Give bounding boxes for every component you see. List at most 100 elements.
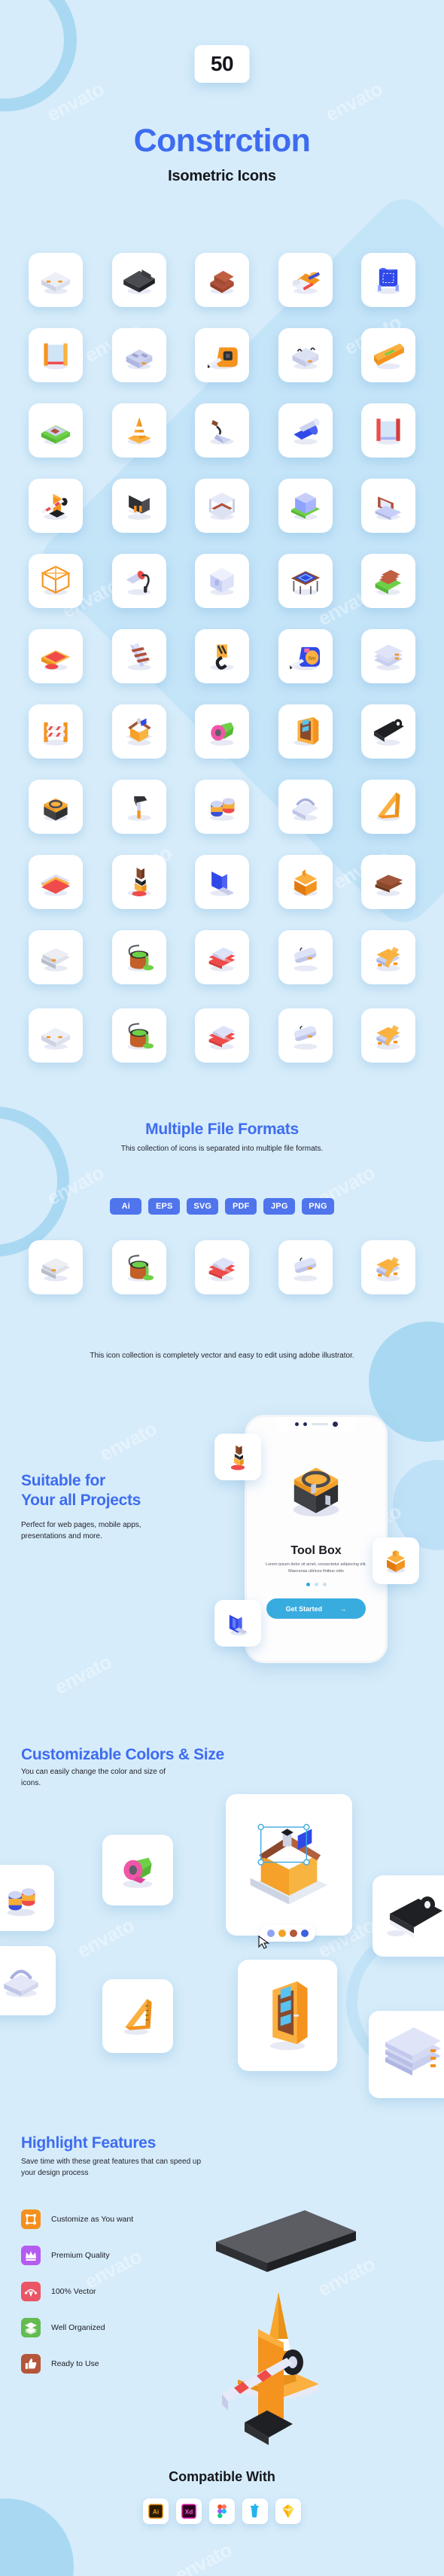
paint-cans-icon	[7, 1888, 35, 1917]
pagination-dot[interactable]	[306, 1583, 310, 1586]
compatible-app-xd[interactable]: Xd	[176, 2498, 202, 2524]
icon-card-blueprint-table[interactable]	[278, 554, 333, 608]
icon-card-stone-slabs[interactable]	[29, 1240, 83, 1294]
icon-card-pipe-roll[interactable]	[278, 403, 333, 458]
icon-card-insulation-stack[interactable]	[29, 855, 83, 909]
icon-card-tool-box[interactable]	[29, 780, 83, 834]
icon-card-concrete-slab[interactable]	[29, 1008, 83, 1063]
icon-card-sanding-block[interactable]	[278, 780, 333, 834]
icon-card-tape-measure[interactable]	[195, 328, 249, 382]
floor-plan-icon	[41, 425, 71, 445]
icon-card-steel-beam[interactable]	[111, 253, 166, 307]
format-badge-png[interactable]: PNG	[302, 1198, 334, 1215]
icon-card-black-level[interactable]	[361, 704, 415, 759]
icon-card-concrete-barrier[interactable]	[278, 328, 333, 382]
feature-label: Customize as You want	[51, 2215, 134, 2224]
icon-card-metal-sheets[interactable]	[361, 629, 415, 683]
icon-card-barrier-gate[interactable]	[29, 479, 83, 533]
road-barrier-icon	[44, 722, 68, 746]
icon-card-concrete-blocks[interactable]	[278, 1008, 333, 1063]
icon-card-measuring-tape[interactable]: 6m	[278, 629, 333, 683]
steel-beam-icon	[123, 269, 155, 294]
laptop-icon	[375, 496, 402, 521]
icon-card-scaffold-frame[interactable]	[195, 479, 249, 533]
icon-card-cinder-blocks[interactable]	[111, 328, 166, 382]
compatible-apps-row: Ai Xd	[0, 2498, 444, 2524]
icon-card-wall-corner[interactable]	[195, 554, 249, 608]
icon-card-house[interactable]	[111, 704, 166, 759]
icon-card-blueprint-banner[interactable]	[361, 253, 415, 307]
sketch-icon	[282, 2504, 294, 2519]
icon-card-black-roof[interactable]	[111, 479, 166, 533]
format-badge-pdf[interactable]: PDF	[225, 1198, 257, 1215]
icon-card-roof-tiles[interactable]	[361, 554, 415, 608]
icon-card-tape-rolls[interactable]	[195, 704, 249, 759]
icon-card-hammer[interactable]	[111, 780, 166, 834]
icon-card-tool-caddy[interactable]	[278, 855, 333, 909]
color-swatch-2[interactable]	[289, 1930, 297, 1937]
format-badge-jpg[interactable]: JPG	[263, 1198, 296, 1215]
icon-card-paint-cans[interactable]	[195, 780, 249, 834]
house-icon	[250, 1823, 328, 1905]
icon-card-concrete-slab[interactable]	[29, 253, 83, 307]
icon-card-paint-brush[interactable]	[111, 855, 166, 909]
icon-card-glass-panel[interactable]	[29, 328, 83, 382]
crane-hook-icon	[210, 644, 234, 671]
color-swatch-3[interactable]	[300, 1930, 309, 1937]
icon-card-wood-pallet[interactable]	[361, 930, 415, 984]
icon-card-building-frame[interactable]	[278, 479, 333, 533]
icon-card-concrete-blocks[interactable]	[278, 1240, 333, 1294]
paint-roller-icon	[126, 570, 151, 595]
icon-card-wood-pallet[interactable]	[361, 1240, 415, 1294]
icon-card-road-barrier[interactable]	[29, 704, 83, 759]
format-badge-svg[interactable]: SVG	[187, 1198, 219, 1215]
phone-power-button[interactable]	[385, 1486, 388, 1506]
icon-card-cement-bags[interactable]: CEMENT	[195, 930, 249, 984]
glass-panel-icon	[44, 343, 68, 370]
phone-volume-up-button[interactable]	[245, 1479, 247, 1494]
compatible-app-illustrator[interactable]: Ai	[143, 2498, 169, 2524]
icon-card-red-fence[interactable]	[361, 403, 415, 458]
icon-card-fabric-rolls[interactable]	[278, 253, 333, 307]
compatible-app-invision[interactable]	[242, 2498, 268, 2524]
layers-icon	[21, 2318, 41, 2337]
icon-card-stone-slabs[interactable]	[29, 930, 83, 984]
format-badge-ai[interactable]: Ai	[110, 1198, 142, 1215]
icon-card-door[interactable]	[278, 704, 333, 759]
icon-card-crane-hook[interactable]	[195, 629, 249, 683]
icon-card-paint-bucket[interactable]	[111, 1008, 166, 1063]
black-roof-icon	[126, 495, 151, 520]
icon-card-brick-wall[interactable]	[195, 253, 249, 307]
icon-card-concrete-blocks[interactable]	[278, 930, 333, 984]
icon-card-paint-tray[interactable]	[29, 629, 83, 683]
icon-card-spirit-level[interactable]	[361, 328, 415, 382]
icon-card-laptop[interactable]	[361, 479, 415, 533]
icon-card-set-square[interactable]	[361, 780, 415, 834]
phone-volume-down-button[interactable]	[245, 1500, 247, 1515]
icon-card-steel-cage[interactable]	[29, 554, 83, 608]
icon-card-paint-roller[interactable]	[111, 554, 166, 608]
icon-card-wood-planks[interactable]	[361, 855, 415, 909]
sensor-dot-icon	[303, 1422, 307, 1426]
format-badge-eps[interactable]: EPS	[148, 1198, 181, 1215]
icon-card-trowel[interactable]	[195, 403, 249, 458]
icon-card-floor-plan[interactable]	[29, 403, 83, 458]
icon-card-cement-bags[interactable]: CEMENT	[195, 1240, 249, 1294]
icon-card-wood-pallet[interactable]	[361, 1008, 415, 1063]
get-started-button[interactable]: Get Started →	[266, 1598, 366, 1619]
icon-card-step-ladder[interactable]	[111, 629, 166, 683]
icon-card-paint-bucket[interactable]	[111, 1240, 166, 1294]
icon-card-paint-bucket[interactable]	[111, 930, 166, 984]
pagination-dot[interactable]	[314, 1583, 318, 1586]
compatible-app-figma[interactable]	[209, 2498, 235, 2524]
metal-sheets-icon	[373, 644, 403, 671]
cust-card-set-square	[102, 1979, 173, 2053]
compatible-app-sketch[interactable]	[275, 2498, 301, 2524]
paint-bucket-icon	[126, 1023, 154, 1050]
icon-card-cement-bags[interactable]: CEMENT	[195, 1008, 249, 1063]
color-swatch-1[interactable]	[278, 1930, 286, 1937]
phone-pagination-dots[interactable]	[247, 1583, 385, 1586]
pagination-dot[interactable]	[322, 1583, 327, 1586]
icon-card-traffic-cone[interactable]	[111, 403, 166, 458]
icon-card-window[interactable]	[195, 855, 249, 909]
